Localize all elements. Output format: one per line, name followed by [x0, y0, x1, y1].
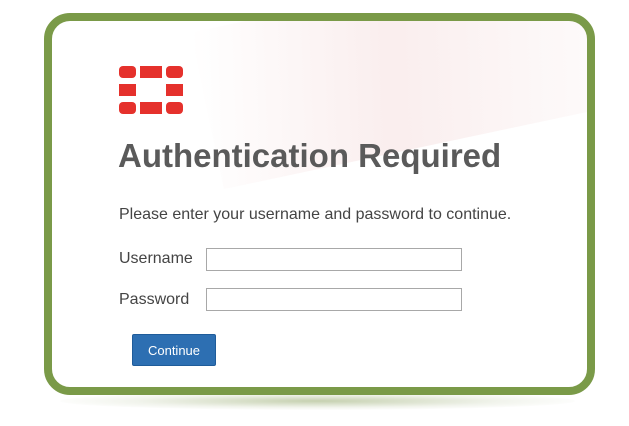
username-input[interactable]: [206, 248, 462, 271]
login-screen: Authentication Required Please enter you…: [0, 0, 629, 426]
username-label: Username: [119, 250, 193, 267]
fortinet-logo-icon: [119, 66, 183, 114]
page-title: Authentication Required: [118, 137, 502, 174]
password-input[interactable]: [206, 288, 462, 311]
continue-button[interactable]: Continue: [132, 334, 216, 366]
page-subtitle: Please enter your username and password …: [119, 206, 512, 223]
login-panel: Authentication Required Please enter you…: [44, 13, 595, 395]
password-label: Password: [119, 291, 190, 308]
